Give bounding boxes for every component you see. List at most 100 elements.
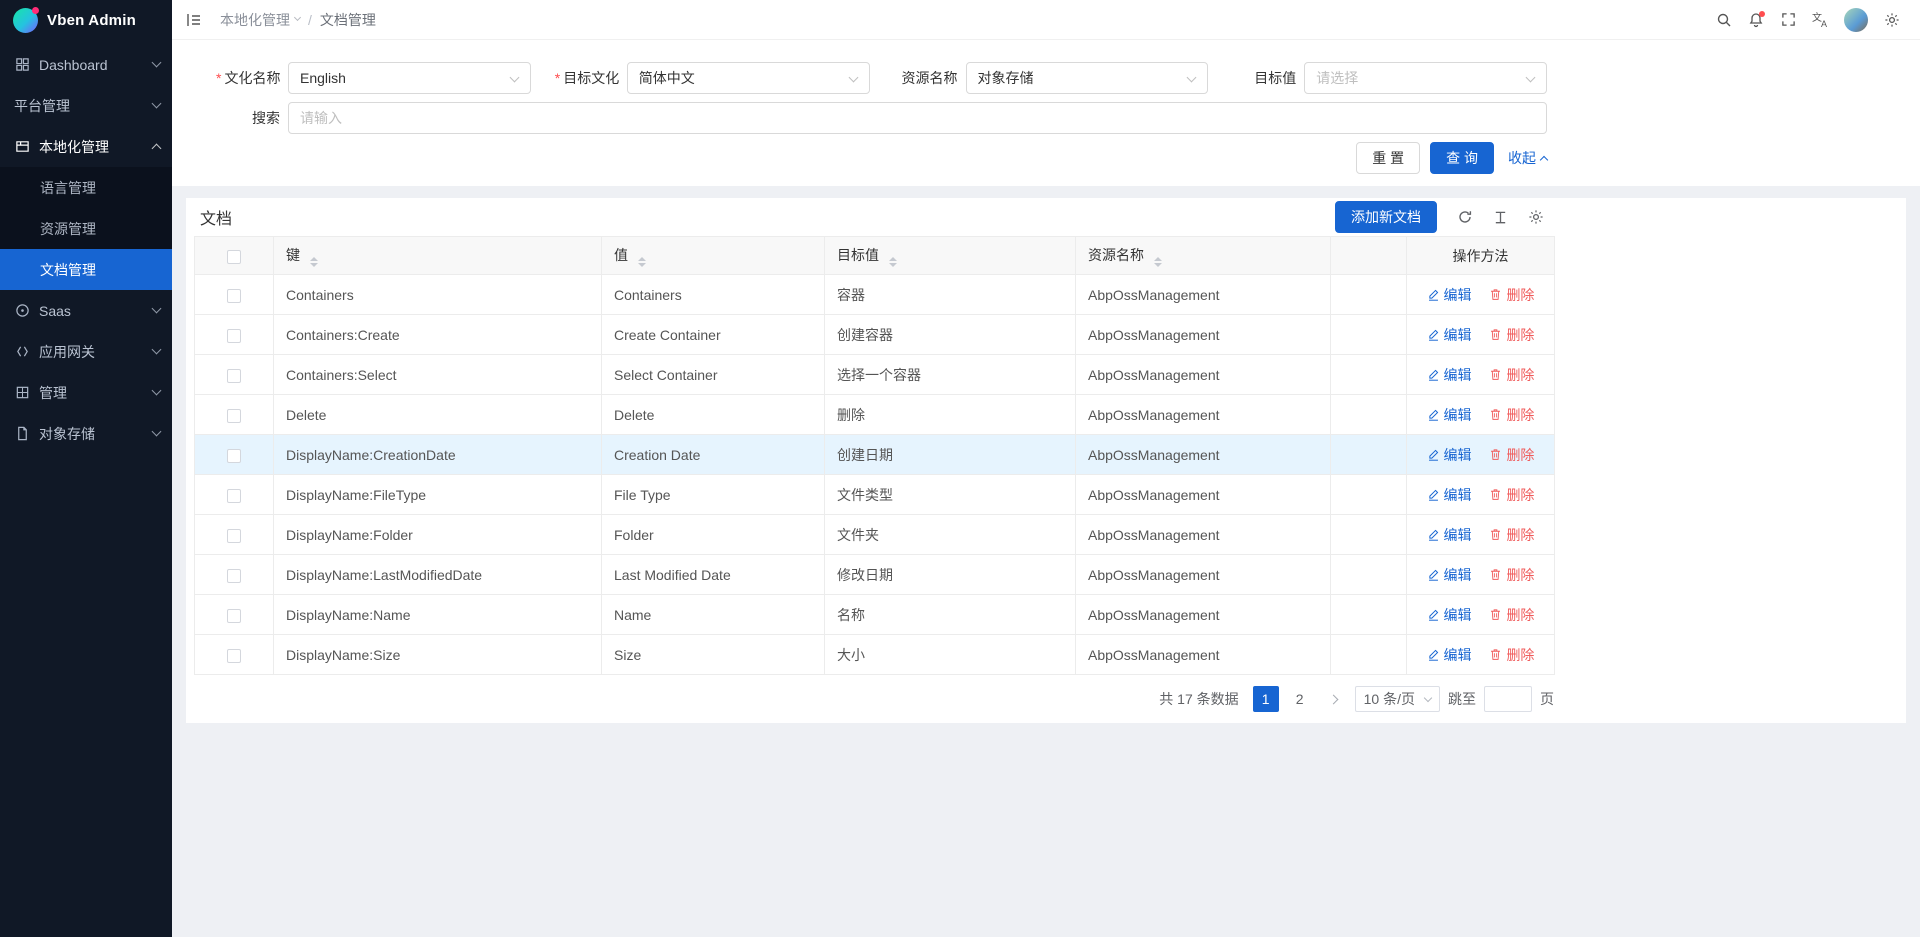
edit-button[interactable]: 编辑 [1427, 565, 1472, 585]
delete-button[interactable]: 删除 [1489, 285, 1534, 305]
translate-icon[interactable]: 文A [1804, 0, 1836, 40]
sidebar-subitem-document[interactable]: 文档管理 [0, 249, 172, 290]
query-button[interactable]: 查 询 [1430, 142, 1494, 174]
sort-icons[interactable] [889, 257, 897, 267]
table-row[interactable]: DisplayName:FileType File Type 文件类型 AbpO… [195, 475, 1555, 515]
sort-icons[interactable] [638, 257, 646, 267]
table-row[interactable]: Containers:Select Select Container 选择一个容… [195, 355, 1555, 395]
settings-gear-icon[interactable] [1876, 0, 1908, 40]
cell-target-value: 文件类型 [825, 475, 1076, 515]
sidebar-item-platform[interactable]: 平台管理 [0, 85, 172, 126]
reset-button[interactable]: 重 置 [1356, 142, 1420, 174]
table-row[interactable]: DisplayName:CreationDate Creation Date 创… [195, 435, 1555, 475]
notification-bell-icon[interactable] [1740, 0, 1772, 40]
documents-table: 键 值 目标值 [194, 236, 1555, 675]
delete-button[interactable]: 删除 [1489, 605, 1534, 625]
row-checkbox[interactable] [227, 369, 241, 383]
edit-button[interactable]: 编辑 [1427, 525, 1472, 545]
cell-target-value: 删除 [825, 395, 1076, 435]
edit-button[interactable]: 编辑 [1427, 365, 1472, 385]
sidebar-subitem-language[interactable]: 语言管理 [0, 167, 172, 208]
refresh-icon[interactable] [1457, 209, 1473, 225]
search-input[interactable] [288, 102, 1547, 134]
row-checkbox[interactable] [227, 449, 241, 463]
table-row[interactable]: DisplayName:Size Size 大小 AbpOssManagemen… [195, 635, 1555, 675]
fullscreen-icon[interactable] [1772, 0, 1804, 40]
table-row[interactable]: Delete Delete 删除 AbpOssManagement 编辑 删除 [195, 395, 1555, 435]
target-value-select[interactable]: 请选择 [1304, 62, 1547, 94]
row-checkbox[interactable] [227, 289, 241, 303]
edit-button[interactable]: 编辑 [1427, 285, 1472, 305]
sidebar-item-localization[interactable]: 本地化管理 [0, 126, 172, 167]
next-page-button[interactable] [1321, 686, 1347, 712]
cell-key: DisplayName:Folder [274, 515, 602, 555]
jump-page-input[interactable] [1484, 686, 1532, 712]
cell-actions: 编辑 删除 [1407, 595, 1555, 635]
table-row[interactable]: DisplayName:Folder Folder 文件夹 AbpOssMana… [195, 515, 1555, 555]
delete-button[interactable]: 删除 [1489, 445, 1534, 465]
row-height-icon[interactable] [1493, 210, 1508, 225]
row-checkbox[interactable] [227, 609, 241, 623]
column-header-key[interactable]: 键 [274, 237, 602, 275]
page-button-2[interactable]: 2 [1287, 686, 1313, 712]
search-icon[interactable] [1708, 0, 1740, 40]
add-document-button[interactable]: 添加新文档 [1335, 201, 1437, 233]
delete-button[interactable]: 删除 [1489, 485, 1534, 505]
delete-button[interactable]: 删除 [1489, 325, 1534, 345]
row-checkbox[interactable] [227, 409, 241, 423]
delete-button[interactable]: 删除 [1489, 365, 1534, 385]
edit-button[interactable]: 编辑 [1427, 445, 1472, 465]
sidebar-item-saas[interactable]: Saas [0, 290, 172, 331]
column-header-resource[interactable]: 资源名称 [1076, 237, 1331, 275]
edit-button[interactable]: 编辑 [1427, 605, 1472, 625]
menu-collapse-icon[interactable] [178, 0, 210, 40]
resource-name-select[interactable]: 对象存储 [966, 62, 1209, 94]
cell-actions: 编辑 删除 [1407, 515, 1555, 555]
table-row[interactable]: DisplayName:LastModifiedDate Last Modifi… [195, 555, 1555, 595]
cell-resource-name: AbpOssManagement [1076, 395, 1331, 435]
edit-button[interactable]: 编辑 [1427, 485, 1472, 505]
delete-button[interactable]: 删除 [1489, 645, 1534, 665]
sidebar-subitem-resource[interactable]: 资源管理 [0, 208, 172, 249]
delete-button[interactable]: 删除 [1489, 525, 1534, 545]
sort-icons[interactable] [1154, 257, 1162, 267]
sidebar-item-dashboard[interactable]: Dashboard [0, 44, 172, 85]
user-avatar[interactable] [1844, 8, 1868, 32]
table-row[interactable]: Containers Containers 容器 AbpOssManagemen… [195, 275, 1555, 315]
page-button-1[interactable]: 1 [1253, 686, 1279, 712]
edit-button[interactable]: 编辑 [1427, 325, 1472, 345]
delete-button[interactable]: 删除 [1489, 405, 1534, 425]
row-checkbox[interactable] [227, 489, 241, 503]
column-settings-gear-icon[interactable] [1528, 209, 1544, 225]
cell-resource-name: AbpOssManagement [1076, 315, 1331, 355]
sidebar-item-management[interactable]: 管理 [0, 372, 172, 413]
culture-name-select[interactable]: English [288, 62, 531, 94]
target-culture-select[interactable]: 简体中文 [627, 62, 870, 94]
select-all-checkbox-cell[interactable] [195, 237, 274, 275]
row-checkbox[interactable] [227, 569, 241, 583]
delete-button[interactable]: 删除 [1489, 565, 1534, 585]
page-size-select[interactable]: 10 条/页 [1355, 686, 1440, 712]
document-table-card: 文档 添加新文档 [186, 198, 1906, 723]
sidebar-item-gateway[interactable]: 应用网关 [0, 331, 172, 372]
table-row[interactable]: DisplayName:Name Name 名称 AbpOssManagemen… [195, 595, 1555, 635]
edit-button[interactable]: 编辑 [1427, 645, 1472, 665]
edit-button[interactable]: 编辑 [1427, 405, 1472, 425]
sidebar-item-storage[interactable]: 对象存储 [0, 413, 172, 454]
column-header-value[interactable]: 值 [602, 237, 825, 275]
app-logo[interactable]: Vben Admin [0, 0, 172, 40]
row-checkbox[interactable] [227, 649, 241, 663]
table-row[interactable]: Containers:Create Create Container 创建容器 … [195, 315, 1555, 355]
breadcrumb-item-localization[interactable]: 本地化管理 [220, 10, 300, 30]
target-culture-label: 目标文化 [555, 68, 619, 88]
row-checkbox[interactable] [227, 529, 241, 543]
collapse-toggle[interactable]: 收起 [1508, 148, 1547, 168]
culture-name-label: 文化名称 [216, 68, 280, 88]
column-header-target[interactable]: 目标值 [825, 237, 1076, 275]
row-checkbox[interactable] [227, 329, 241, 343]
sort-icons[interactable] [310, 257, 318, 267]
select-all-checkbox[interactable] [227, 250, 241, 264]
cell-key: DisplayName:Size [274, 635, 602, 675]
cell-value: Delete [602, 395, 825, 435]
form-item-culture-name: 文化名称 English [216, 62, 531, 94]
